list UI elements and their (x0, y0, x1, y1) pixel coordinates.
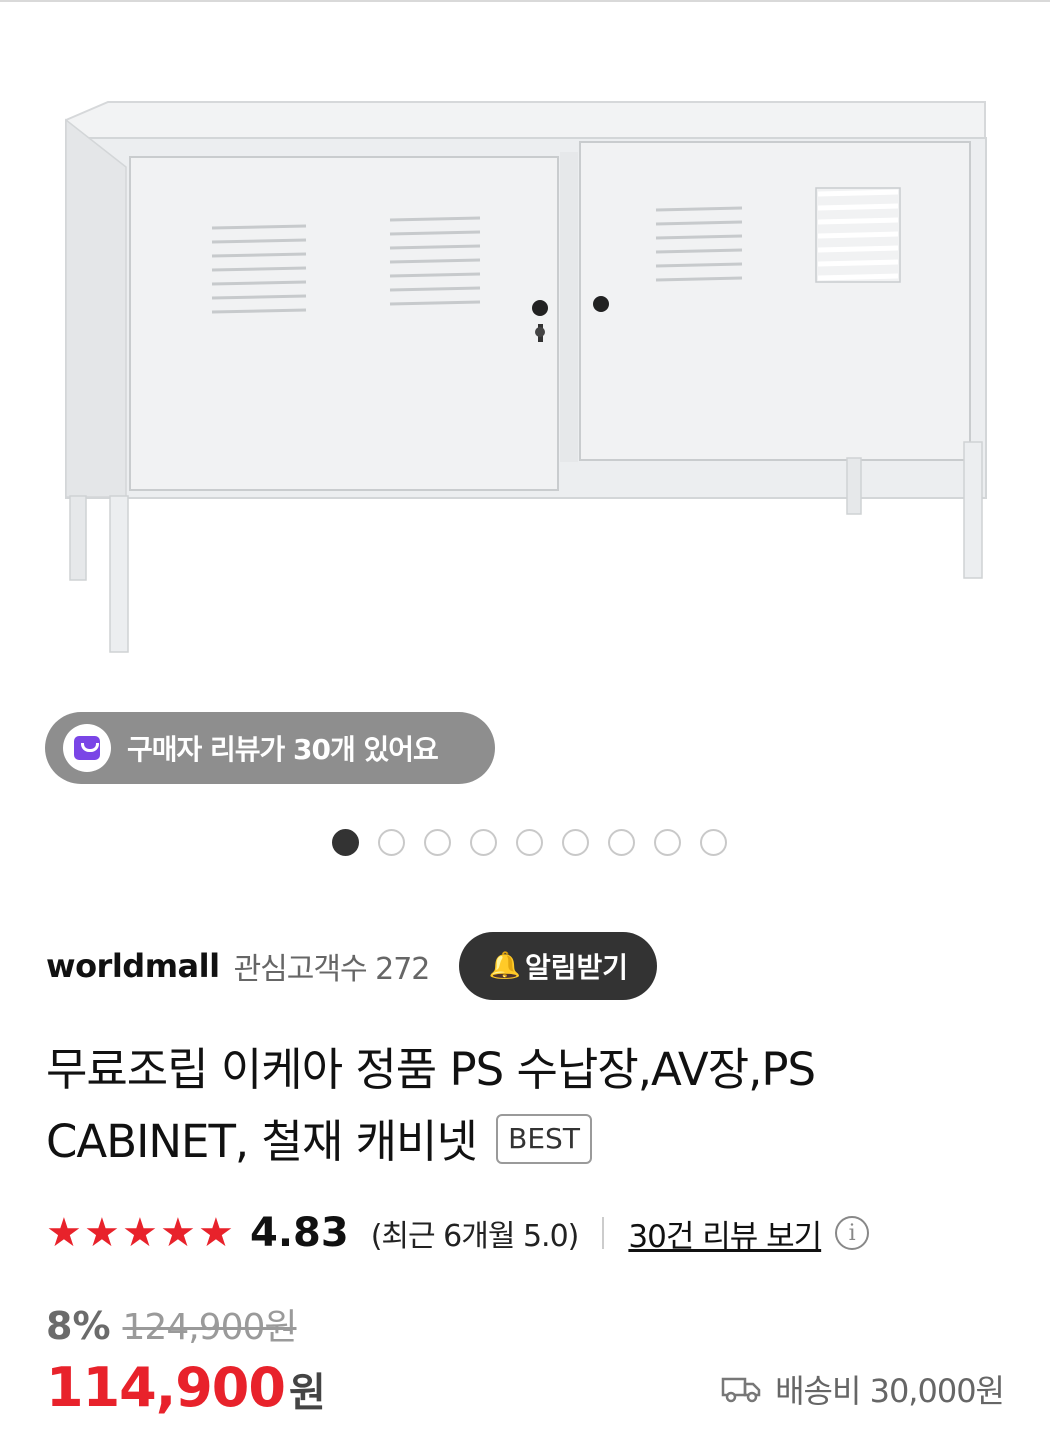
alert-button-label: 알림받기 (525, 951, 629, 984)
original-price: 124,900원 (122, 1307, 298, 1348)
star-icon: ★ (84, 1210, 120, 1256)
pagination-dot[interactable] (654, 829, 681, 856)
pagination-dot[interactable] (470, 829, 497, 856)
recent-rating: (최근 6개월 5.0) (370, 1219, 580, 1254)
discount-rate: 8% (46, 1304, 111, 1348)
divider (602, 1217, 605, 1249)
product-image[interactable] (0, 2, 1050, 692)
star-icon: ★ (122, 1210, 158, 1256)
gallery-pagination (332, 829, 727, 856)
follower-count: 관심고객수 272 (233, 952, 431, 987)
pagination-dot[interactable] (562, 829, 589, 856)
sale-price: 114,900 원 (46, 1356, 326, 1419)
star-icon: ★ (198, 1210, 234, 1256)
seller-name[interactable]: worldmall (46, 947, 220, 985)
sale-price-value: 114,900 (46, 1356, 286, 1419)
best-badge: BEST (496, 1114, 592, 1164)
rating-score: 4.83 (250, 1210, 349, 1256)
pagination-dot[interactable] (424, 829, 451, 856)
review-count-banner[interactable]: 구매자 리뷰가 30개 있어요 (45, 712, 495, 784)
bell-plus-icon: 🔔 (488, 951, 522, 981)
info-icon[interactable]: i (835, 1216, 870, 1250)
product-title: 무료조립 이케아 정품 PS 수납장,AV장,PS CABINET, 철재 캐비… (46, 1034, 1006, 1178)
pagination-dot[interactable] (516, 829, 543, 856)
product-title-text: 무료조립 이케아 정품 PS 수납장,AV장,PS CABINET, 철재 캐비… (46, 1043, 816, 1168)
price-unit: 원 (288, 1370, 326, 1416)
pagination-dot[interactable] (378, 829, 405, 856)
bag-icon (63, 724, 111, 772)
star-icon: ★ (46, 1210, 82, 1256)
discount-info: 8% 124,900원 (46, 1298, 298, 1350)
truck-icon (721, 1377, 761, 1403)
shipping-text: 배송비 30,000원 (775, 1372, 1005, 1410)
shipping-fee: 배송비 30,000원 (721, 1366, 1005, 1412)
pagination-dot[interactable] (608, 829, 635, 856)
pagination-dot[interactable] (700, 829, 727, 856)
seller-info: worldmall 관심고객수 272 🔔 알림받기 (46, 932, 658, 1000)
pagination-dot[interactable] (332, 829, 359, 856)
star-rating: ★ ★ ★ ★ ★ (46, 1213, 236, 1253)
view-reviews-link[interactable]: 30건 리뷰 보기 (628, 1211, 822, 1256)
review-banner-text: 구매자 리뷰가 30개 있어요 (127, 733, 439, 766)
subscribe-alert-button[interactable]: 🔔 알림받기 (459, 932, 658, 1000)
star-icon: ★ (160, 1210, 196, 1256)
rating-summary: ★ ★ ★ ★ ★ 4.83 (최근 6개월 5.0) 30건 리뷰 보기 i (46, 1205, 870, 1261)
